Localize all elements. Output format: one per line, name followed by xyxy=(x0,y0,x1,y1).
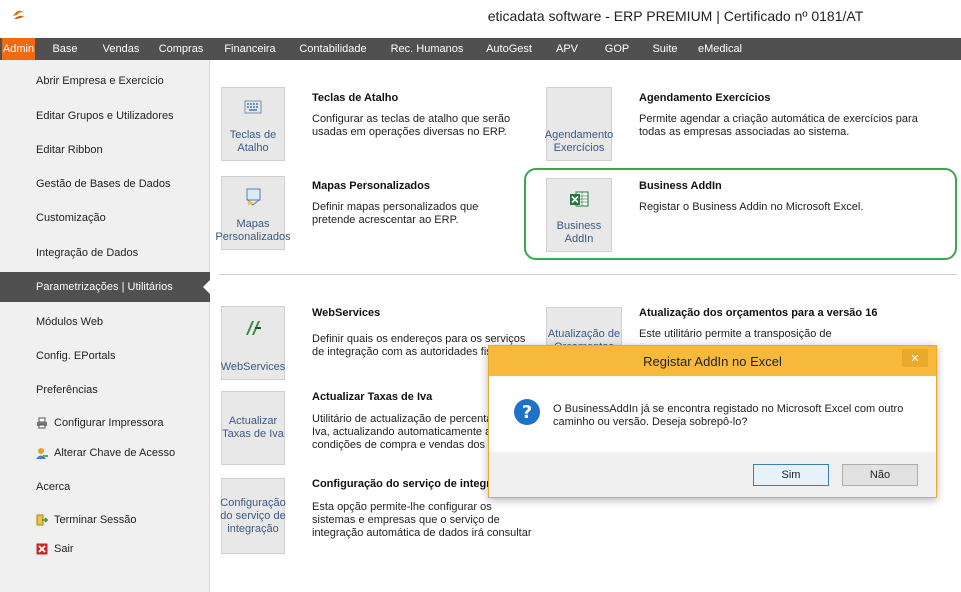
map-icon xyxy=(246,188,261,206)
sidebar-item-label: Abrir Empresa e Exercício xyxy=(36,75,164,87)
sidebar-item-label: Módulos Web xyxy=(36,316,104,328)
tile-label: Teclas de Atalho xyxy=(229,129,277,154)
ribbon-tab-bar: Admin Base Vendas Compras Financeira Con… xyxy=(0,38,961,60)
tile-label: Mapas Personalizados xyxy=(215,218,291,243)
tile-label: Agendamento Exercícios xyxy=(544,129,614,154)
sidebar-item-label: Alterar Chave de Acesso xyxy=(54,447,176,459)
sidebar-item-abrir-empresa[interactable]: Abrir Empresa e Exercício xyxy=(0,66,210,96)
sidebar-item-label: Integração de Dados xyxy=(36,247,139,259)
tab-apv[interactable]: APV xyxy=(547,38,587,60)
section-divider xyxy=(219,274,957,275)
tile-label: Configuração do serviço de integração xyxy=(220,496,286,535)
tab-gop[interactable]: GOP xyxy=(597,38,637,60)
sidebar-item-label: Editar Ribbon xyxy=(36,144,103,156)
sidebar-item-integracao-dados[interactable]: Integração de Dados xyxy=(0,238,210,268)
sidebar-item-label: Terminar Sessão xyxy=(54,514,137,526)
window-titlebar: eticadata software - ERP PREMIUM | Certi… xyxy=(0,0,961,38)
close-icon[interactable]: ✕ xyxy=(902,349,928,367)
tile-label: Business AddIn xyxy=(556,220,602,245)
sidebar-item-label: Gestão de Bases de Dados xyxy=(36,178,171,190)
item-title: Configuração do serviço de integr xyxy=(312,478,491,490)
item-title: Mapas Personalizados xyxy=(312,180,430,192)
sidebar-item-terminar-sessao[interactable]: Terminar Sessão xyxy=(0,505,210,535)
item-title: Atualização dos orçamentos para a versão… xyxy=(639,307,878,319)
item-description: Registar o Business Addin no Microsoft E… xyxy=(639,201,864,213)
tab-autogest[interactable]: AutoGest xyxy=(477,38,541,60)
dialog-titlebar[interactable]: Registar AddIn no Excel ✕ xyxy=(489,346,936,376)
sidebar-item-alterar-chave[interactable]: Alterar Chave de Acesso xyxy=(0,438,210,468)
logout-icon xyxy=(36,514,48,526)
sidebar-item-label: Editar Grupos e Utilizadores xyxy=(36,110,174,122)
item-title: Agendamento Exercícios xyxy=(639,92,771,104)
item-title: WebServices xyxy=(312,307,381,319)
main-panel: Teclas de Atalho Teclas de Atalho Config… xyxy=(211,60,961,592)
item-description: Definir mapas personalizados que pretend… xyxy=(312,201,479,226)
excel-icon xyxy=(570,191,589,207)
sidebar-item-editar-ribbon[interactable]: Editar Ribbon xyxy=(0,135,210,165)
sidebar-item-customizacao[interactable]: Customização xyxy=(0,203,210,233)
sidebar-item-gestao-bases[interactable]: Gestão de Bases de Dados xyxy=(0,169,210,199)
item-description: Configurar as teclas de atalho que serão… xyxy=(312,113,511,138)
yes-button[interactable]: Sim xyxy=(753,464,829,486)
dialog-body: ? O BusinessAddIn já se encontra regista… xyxy=(489,376,936,452)
item-title: Business AddIn xyxy=(639,180,722,192)
sidebar-item-preferencias[interactable]: Preferências xyxy=(0,375,210,405)
sidebar-item-label: Config. EPortals xyxy=(36,350,116,362)
teclas-atalho-tile[interactable]: Teclas de Atalho xyxy=(221,87,285,161)
item-description: Permite agendar a criação automática de … xyxy=(639,113,918,138)
tab-rec-humanos[interactable]: Rec. Humanos xyxy=(381,38,473,60)
agendamento-exercicios-tile[interactable]: Agendamento Exercícios xyxy=(544,87,614,161)
mapas-personalizados-tile[interactable]: Mapas Personalizados xyxy=(215,176,291,250)
sidebar-item-label: Acerca xyxy=(36,481,71,493)
tab-financeira[interactable]: Financeira xyxy=(215,38,285,60)
item-title: Teclas de Atalho xyxy=(312,92,399,104)
dialog-message: O BusinessAddIn já se encontra registado… xyxy=(553,403,904,428)
exit-icon xyxy=(36,543,48,555)
webservices-icon xyxy=(246,321,261,335)
tab-emedical[interactable]: eMedical xyxy=(691,38,749,60)
printer-icon xyxy=(37,417,47,429)
sidebar-item-editar-grupos[interactable]: Editar Grupos e Utilizadores xyxy=(0,101,210,131)
register-addin-dialog: Registar AddIn no Excel ✕ ? O BusinessAd… xyxy=(488,345,937,498)
actualizar-taxas-iva-tile[interactable]: Actualizar Taxas de Iva xyxy=(221,391,285,465)
tab-vendas[interactable]: Vendas xyxy=(95,38,147,60)
tile-label: WebServices xyxy=(220,361,286,373)
tab-base[interactable]: Base xyxy=(41,38,89,60)
business-addin-tile[interactable]: Business AddIn xyxy=(546,178,612,252)
tab-suite[interactable]: Suite xyxy=(645,38,685,60)
dialog-footer: Sim Não xyxy=(489,452,936,497)
item-description: Esta opção permite-lhe configurar os sis… xyxy=(312,501,532,539)
sidebar-item-label: Configurar Impressora xyxy=(54,417,164,429)
sidebar-item-parametrizacoes[interactable]: Parametrizações | Utilitários xyxy=(0,272,211,302)
question-icon: ? xyxy=(514,399,540,425)
sidebar-item-label: Customização xyxy=(36,212,106,224)
sidebar-item-modulos-web[interactable]: Módulos Web xyxy=(0,307,210,337)
webservices-tile[interactable]: WebServices xyxy=(221,306,285,380)
sidebar-item-label: Parametrizações | Utilitários xyxy=(36,281,173,293)
sidebar-item-config-eportals[interactable]: Config. EPortals xyxy=(0,341,210,371)
configuracao-servico-integracao-tile[interactable]: Configuração do serviço de integração xyxy=(220,478,286,554)
user-key-icon xyxy=(36,448,48,459)
tile-label: Actualizar Taxas de Iva xyxy=(222,415,284,440)
dialog-title: Registar AddIn no Excel xyxy=(643,354,782,369)
sidebar-item-configurar-impressora[interactable]: Configurar Impressora xyxy=(0,408,210,438)
sidebar-item-label: Sair xyxy=(54,543,74,555)
tab-admin[interactable]: Admin xyxy=(2,38,35,60)
sidebar-item-sair[interactable]: Sair xyxy=(0,534,210,564)
sidebar: Abrir Empresa e Exercício Editar Grupos … xyxy=(0,60,211,592)
keyboard-icon xyxy=(244,100,262,114)
sidebar-item-label: Preferências xyxy=(36,384,98,396)
sidebar-item-acerca[interactable]: Acerca xyxy=(0,472,210,502)
tab-compras[interactable]: Compras xyxy=(151,38,211,60)
tab-contabilidade[interactable]: Contabilidade xyxy=(289,38,377,60)
item-title: Actualizar Taxas de Iva xyxy=(312,391,433,403)
item-description: Este utilitário permite a transposição d… xyxy=(639,328,832,340)
no-button[interactable]: Não xyxy=(842,464,918,486)
window-title: eticadata software - ERP PREMIUM | Certi… xyxy=(487,8,864,24)
